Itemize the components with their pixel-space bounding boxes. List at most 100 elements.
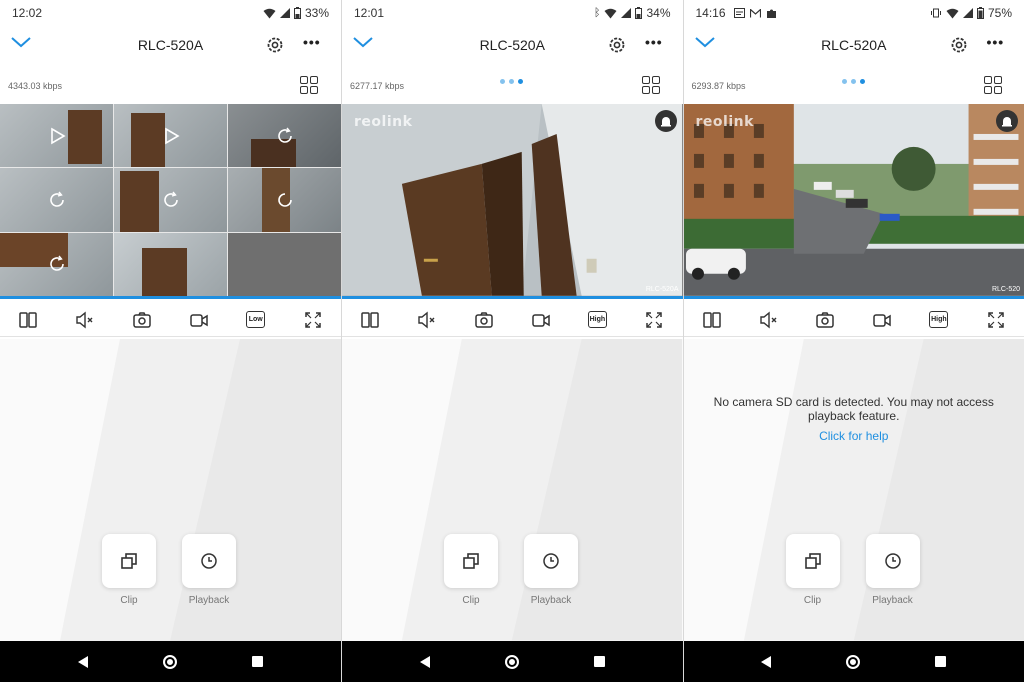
more-icon[interactable]: ••• [645, 34, 663, 50]
refresh-icon[interactable] [47, 254, 67, 274]
playback-action[interactable]: Playback [865, 534, 920, 606]
more-icon[interactable]: ••• [303, 34, 321, 50]
signal-icon [621, 8, 632, 18]
layout-grid-icon[interactable] [642, 76, 660, 94]
camera-tile-empty[interactable] [228, 232, 341, 296]
wifi-icon [946, 8, 959, 18]
live-video-indoor[interactable]: reolink RLC-520A [342, 104, 683, 296]
stream-info-bar: 6277.17 kbps [342, 74, 683, 98]
recents-icon[interactable] [935, 656, 947, 667]
recents-icon[interactable] [252, 656, 264, 667]
playback-label: Playback [872, 595, 913, 606]
siren-button[interactable] [654, 110, 677, 132]
playback-action[interactable]: Playback [182, 534, 236, 606]
clock-icon [884, 553, 901, 569]
back-icon[interactable] [419, 655, 430, 668]
bitrate-readout: 6293.87 kbps [691, 81, 746, 91]
android-nav-bar [342, 641, 683, 682]
battery-percent: 34% [646, 6, 671, 20]
camera-tile[interactable] [0, 104, 113, 168]
layout-grid-icon[interactable] [983, 76, 1002, 94]
camera-tile[interactable] [0, 168, 113, 232]
playback-button[interactable] [182, 534, 236, 588]
playback-button[interactable] [524, 534, 578, 588]
stream-info-bar: 4343.03 kbps [0, 74, 341, 98]
live-video-outdoor[interactable]: reolink RLC-520 [683, 104, 1024, 296]
help-link[interactable]: Click for help [684, 429, 1024, 443]
camera-tile[interactable] [228, 104, 341, 168]
clip-icon [804, 553, 821, 569]
gear-icon[interactable] [949, 35, 969, 55]
camera-tile[interactable] [114, 168, 227, 232]
play-icon[interactable] [161, 126, 181, 146]
more-icon[interactable]: ••• [987, 34, 1005, 50]
clip-button[interactable] [785, 534, 840, 588]
wifi-icon [604, 8, 617, 18]
status-time: 12:02 [12, 6, 43, 20]
mute-button[interactable] [414, 307, 440, 333]
back-icon[interactable] [77, 655, 88, 668]
quality-button[interactable]: High [584, 307, 610, 333]
status-bar: 12:02 33% [0, 0, 341, 26]
clip-button[interactable] [444, 534, 498, 588]
clip-action[interactable]: Clip [102, 534, 156, 606]
stream-info-bar: 6293.87 kbps [684, 74, 1024, 98]
camera-title: RLC-520A [137, 37, 204, 53]
clip-button[interactable] [102, 534, 156, 588]
loading-icon [277, 193, 292, 207]
quality-button[interactable]: Low [243, 307, 269, 333]
bitrate-readout: 4343.03 kbps [8, 81, 63, 91]
home-icon[interactable] [504, 654, 519, 669]
quality-badge: Low [246, 311, 266, 328]
refresh-icon[interactable] [275, 126, 295, 146]
status-time: 12:01 [354, 6, 385, 20]
split-view-button[interactable] [15, 307, 41, 333]
record-button[interactable] [528, 307, 554, 333]
back-icon[interactable] [761, 655, 772, 668]
app-header: RLC-520A ••• [684, 30, 1024, 60]
app-header: RLC-520A ••• [342, 30, 683, 60]
fullscreen-button[interactable] [983, 307, 1009, 333]
playback-action[interactable]: Playback [524, 534, 578, 606]
play-icon[interactable] [47, 126, 67, 146]
playback-area: Clip Playback [342, 339, 683, 641]
camera-tile[interactable] [114, 104, 227, 168]
mute-button[interactable] [72, 307, 98, 333]
siren-button[interactable] [996, 110, 1018, 132]
camera-tile[interactable] [0, 232, 113, 296]
quality-button[interactable]: High [926, 307, 952, 333]
fullscreen-button[interactable] [641, 307, 667, 333]
camera-tile-selected[interactable] [114, 232, 227, 296]
speaker-muted-icon [76, 311, 93, 328]
record-button[interactable] [186, 307, 212, 333]
refresh-icon[interactable] [161, 190, 181, 210]
video-camera-icon [190, 313, 208, 327]
battery-icon [635, 7, 643, 19]
gear-icon[interactable] [265, 35, 285, 55]
recents-icon[interactable] [593, 656, 605, 667]
snapshot-button[interactable] [812, 307, 838, 333]
layout-grid-icon[interactable] [300, 76, 318, 94]
snapshot-button[interactable] [129, 307, 155, 333]
snapshot-button[interactable] [471, 307, 497, 333]
refresh-icon[interactable] [47, 190, 67, 210]
android-nav-bar [683, 641, 1024, 682]
home-icon[interactable] [846, 654, 861, 669]
page-indicator[interactable] [500, 79, 523, 84]
clip-action[interactable]: Clip [444, 534, 498, 606]
clip-action[interactable]: Clip [785, 534, 840, 606]
bluetooth-icon: ᛒ [593, 6, 601, 19]
split-view-button[interactable] [357, 307, 383, 333]
playback-button[interactable] [865, 534, 920, 588]
record-button[interactable] [869, 307, 895, 333]
gmail-icon [749, 8, 761, 17]
home-icon[interactable] [162, 654, 177, 669]
brand-watermark: reolink [695, 114, 754, 130]
camera-tile[interactable] [228, 168, 341, 232]
video-camera-icon [531, 313, 550, 327]
gear-icon[interactable] [607, 35, 627, 55]
split-view-button[interactable] [699, 307, 725, 333]
mute-button[interactable] [756, 307, 782, 333]
fullscreen-button[interactable] [300, 307, 326, 333]
page-indicator[interactable] [841, 79, 865, 84]
